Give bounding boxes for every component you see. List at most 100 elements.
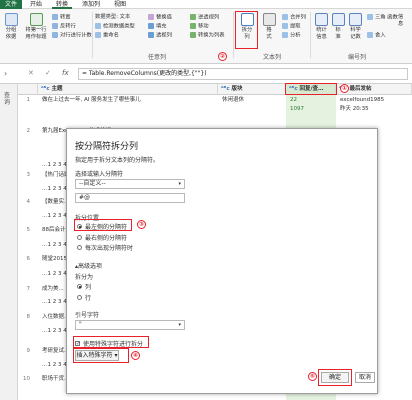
count-rows-button[interactable]: 对行进行计数 [52, 32, 92, 40]
merge-icon [282, 14, 288, 20]
split-each-occurrence-radio[interactable]: 每次出现分隔符时 [77, 243, 133, 252]
trig-button[interactable]: 三角 函数 [367, 14, 398, 22]
data-type-dropdown[interactable]: 数据类型: 文本 [95, 14, 130, 21]
row-number: 1 [26, 97, 31, 103]
move-button[interactable]: 移动 [190, 23, 209, 31]
cancel-button[interactable]: 取消 [355, 372, 375, 383]
rename-icon [95, 32, 101, 38]
parse-button[interactable]: 分析 [282, 32, 301, 40]
statistics-button[interactable]: 统计 信息 [313, 13, 330, 41]
tab-home[interactable]: 开始 [26, 0, 46, 9]
radio-selected-icon [77, 284, 82, 289]
header-row-icon [29, 13, 43, 26]
list-icon [190, 32, 196, 38]
tab-file[interactable]: 文件 [0, 0, 22, 9]
cell-topic: …1 2 3 4 [42, 213, 67, 219]
quote-char-select[interactable]: " ▾ [75, 320, 185, 330]
split-right-most-label: 最右侧的分隔符 [85, 235, 128, 242]
split-into-rows-radio[interactable]: 行 [77, 293, 91, 302]
tab-view[interactable]: 视图 [110, 0, 130, 9]
radio-unselected-icon [77, 235, 82, 240]
dialog-title: 按分隔符拆分列 [75, 142, 139, 152]
highlight-insert-special [73, 348, 129, 363]
delimiter-select-label: 选择或输入分隔符 [75, 171, 124, 178]
unpivot-icon [190, 14, 196, 20]
unpivot-label: 逆透视列 [198, 14, 220, 21]
advanced-options-toggle[interactable]: ▴高级选项 [75, 261, 102, 270]
unpivot-button[interactable]: 逆透视列 [190, 14, 219, 22]
standard-button[interactable]: 标 准 [331, 13, 345, 41]
cell-topic: …1 2 3 4 [42, 242, 67, 248]
custom-delimiter-input[interactable]: #@ [75, 193, 185, 203]
marker-4: ④ [131, 351, 140, 360]
fill-button[interactable]: 填充 [148, 23, 167, 31]
split-into-columns-radio[interactable]: 列 [77, 282, 91, 291]
cell-view-count: 1097 [290, 106, 304, 112]
cancel-formula-icon[interactable]: ✕ [28, 69, 34, 77]
formula-input[interactable]: = Table.RemoveColumns(更改的类型,{""}) [78, 68, 408, 80]
pivot-label: 透视列 [156, 32, 172, 39]
count-rows-icon [52, 32, 58, 38]
pivot-column-button[interactable]: 透视列 [148, 32, 172, 40]
group-by-button[interactable]: 分组 依据 [2, 13, 20, 41]
use-first-row-header-button[interactable]: 将第一行 用作标题 [21, 13, 51, 41]
formula-bar: › ✕ ✓ fx = Table.RemoveColumns(更改的类型,{""… [0, 64, 412, 84]
split-by-delimiter-dialog: 按分隔符拆分列 指定用于拆分文本列的分隔符。 选择或输入分隔符 --自定义-- … [66, 128, 378, 394]
row-number: 3 [26, 172, 31, 178]
tab-add-column[interactable]: 添加列 [78, 0, 104, 9]
scientific-button[interactable]: 科学 记数 [347, 13, 364, 41]
column-header-last-post-label: 最后发帖 [349, 86, 372, 92]
table-row: 1 做在上过去一年, AI 服务发生了哪些事儿 休闲退休 22 1097 excelfou… [18, 95, 412, 112]
cell-last-time: 昨天 20:35 [340, 106, 369, 112]
replace-values-button[interactable]: 替换值 [148, 14, 172, 22]
extract-button[interactable]: 提取 [282, 23, 301, 31]
detect-type-button[interactable]: 检测数据类型 [95, 23, 135, 31]
cell-topic: …1 2 3 4 [42, 362, 67, 368]
move-icon [190, 23, 196, 29]
quote-char-value: " [79, 321, 82, 328]
rename-button[interactable]: 重命名 [95, 32, 119, 40]
split-each-occurrence-label: 每次出现分隔符时 [85, 245, 134, 252]
column-header-topic-label: 主题 [51, 86, 63, 92]
highlight-left-most-option [74, 219, 132, 231]
merge-columns-button[interactable]: 合并列 [282, 14, 306, 22]
group-label-number-column: 编号列 [348, 54, 367, 61]
count-rows-label: 对行进行计数 [60, 32, 92, 39]
marker-3: ③ [137, 220, 146, 229]
expand-queries-chevron-icon[interactable]: › [4, 69, 7, 78]
round-label: 舍入 [375, 32, 386, 39]
queries-pane[interactable]: 查询 [0, 84, 18, 400]
column-header-section[interactable]: ᴬᴮc 版块 [218, 84, 286, 95]
format-button[interactable]: 格 式 [261, 13, 277, 41]
ribbon-separator [310, 12, 311, 58]
row-number: 9 [26, 348, 31, 354]
column-header-topic[interactable]: ᴬᴮc 主题 [38, 84, 218, 95]
radio-unselected-icon [77, 245, 82, 250]
extract-icon [282, 23, 288, 29]
cell-topic: …1 2 3 4 [42, 271, 67, 277]
delimiter-select[interactable]: --自定义-- ▾ [75, 179, 185, 189]
group-label-any-column: 任意列 [148, 54, 167, 61]
transpose-label: 转置 [60, 14, 71, 21]
round-button[interactable]: 舍入 [367, 32, 386, 40]
statistics-label: 统计 信息 [316, 27, 327, 40]
tab-transform[interactable]: 转换 [52, 0, 73, 9]
split-right-most-radio[interactable]: 最右侧的分隔符 [77, 233, 127, 242]
transpose-button[interactable]: 转置 [52, 14, 71, 22]
highlight-reply-column [285, 83, 337, 95]
row-number: 6 [26, 256, 31, 262]
split-into-label: 拆分为 [75, 274, 94, 281]
parse-label: 分析 [290, 32, 301, 39]
standard-label: 标 准 [335, 27, 341, 40]
reverse-rows-button[interactable]: 反转行 [52, 23, 76, 31]
scientific-label: 科学 记数 [350, 27, 361, 40]
merge-label: 合并列 [290, 14, 306, 21]
parse-icon [282, 32, 288, 38]
row-selector-header[interactable] [18, 84, 38, 95]
convert-to-list-button[interactable]: 转换为列表 [190, 32, 225, 40]
chevron-down-icon: ▾ [178, 181, 181, 187]
ribbon: 分组 依据 将第一行 用作标题 转置 反转行 对行进行计数 数据类型: 文本 检… [0, 9, 412, 64]
trig-icon [367, 14, 373, 20]
commit-formula-icon[interactable]: ✓ [45, 69, 51, 77]
info-button[interactable]: 信 息 [398, 14, 403, 28]
